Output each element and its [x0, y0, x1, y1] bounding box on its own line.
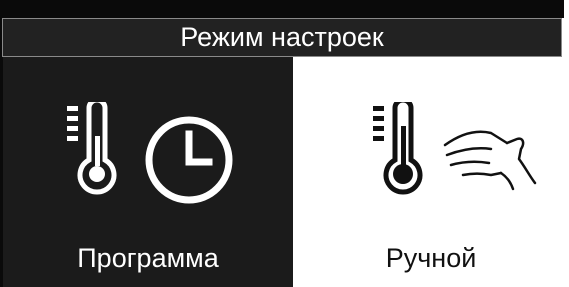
page-title: Режим настроек: [2, 18, 562, 57]
hand-icon: [443, 130, 537, 191]
thermometer-icon: [67, 102, 117, 195]
page-title-text: Режим настроек: [180, 22, 384, 52]
clock-icon: [145, 116, 233, 204]
thermometer-icon: [373, 102, 423, 195]
top-strip: [0, 0, 564, 18]
mode-program-tile[interactable]: Программа: [3, 57, 293, 287]
right-edge: [562, 57, 569, 287]
mode-program-label: Программа: [77, 243, 219, 273]
mode-manual-label: Ручной: [385, 243, 477, 273]
mode-manual-tile[interactable]: Ручной: [293, 57, 569, 287]
settings-mode-screen: Режим настроек Программа Ручной: [0, 0, 569, 287]
